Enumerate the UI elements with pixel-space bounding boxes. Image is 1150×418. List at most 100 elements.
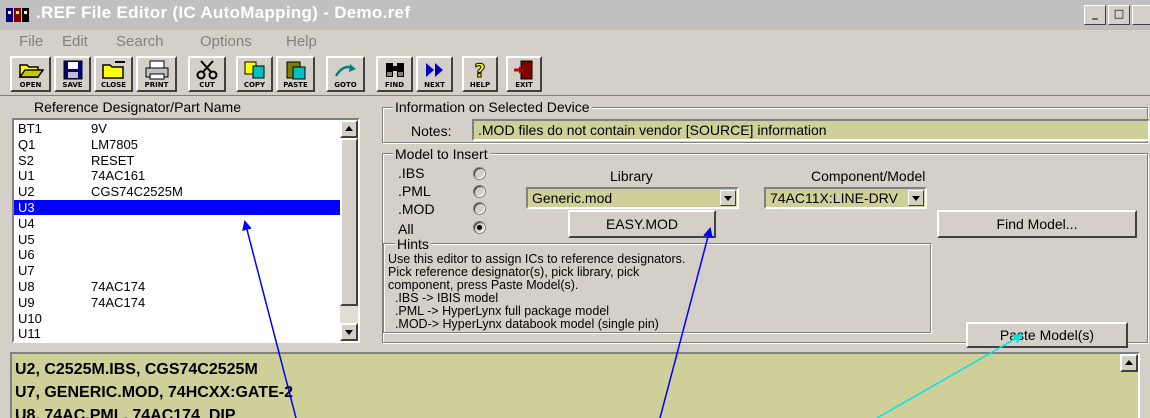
designator: S2 <box>18 152 34 168</box>
find-model-button[interactable]: Find Model... <box>937 210 1137 238</box>
radio-ibs[interactable] <box>473 167 486 180</box>
app-icon <box>6 8 29 22</box>
easy-mod-button[interactable]: EASY.MOD <box>568 210 716 238</box>
designator: U1 <box>18 168 35 184</box>
list-item[interactable]: U7 <box>14 263 340 278</box>
radio-all[interactable] <box>473 221 486 234</box>
library-value: Generic.mod <box>532 190 613 206</box>
help-label: HELP <box>469 81 491 89</box>
part-name: LM7805 <box>91 136 138 152</box>
designator: U11 <box>18 326 41 342</box>
help-button[interactable]: ? HELP <box>462 56 498 92</box>
radio-label-ibs: .IBS <box>398 165 425 181</box>
window-title: .REF File Editor (IC AutoMapping) - Demo… <box>36 3 411 22</box>
list-item[interactable]: U2 CGS74C2525M <box>14 184 340 199</box>
list-item[interactable]: U5 <box>14 232 340 247</box>
ref-designator-list[interactable]: BT1 9V Q1 LM7805 S2 RESET U1 74AC161 U2 CGS74C252… <box>12 118 360 343</box>
title-bar[interactable]: .REF File Editor (IC AutoMapping) - Demo… <box>0 0 1150 30</box>
copy-button[interactable]: COPY <box>236 56 273 92</box>
close-button[interactable]: CLOSE <box>94 56 133 92</box>
svg-text:?: ? <box>474 60 485 80</box>
list-item[interactable]: U1 74AC161 <box>14 168 340 183</box>
component-dropdown[interactable]: 74AC11X:LINE-DRV <box>764 187 927 209</box>
mapping-output[interactable]: U2, C2525M.IBS, CGS74C2525M U7, GENERIC.… <box>10 352 1140 418</box>
part-name: 74AC174 <box>91 294 146 310</box>
scroll-thumb[interactable] <box>340 138 358 306</box>
radio-pml[interactable] <box>473 185 486 198</box>
scissors-icon <box>196 60 218 80</box>
output-scroll-up-button[interactable] <box>1120 354 1138 372</box>
part-name: 74AC161 <box>91 168 146 184</box>
list-item[interactable]: U6 <box>14 247 340 262</box>
floppy-icon <box>63 60 82 80</box>
minimize-button[interactable]: _ <box>1084 5 1106 25</box>
model-insert-label: Model to Insert <box>393 146 490 162</box>
folder-open-icon <box>18 64 44 78</box>
arrow-up-icon <box>1125 360 1133 365</box>
arrow-down-icon <box>345 330 353 335</box>
list-scrollbar[interactable] <box>340 120 358 341</box>
list-item[interactable]: U10 <box>14 311 340 326</box>
print-button[interactable]: PRINT <box>136 56 177 92</box>
list-item[interactable]: U8 74AC174 <box>14 279 340 294</box>
ref-file-editor-window: .REF File Editor (IC AutoMapping) - Demo… <box>0 0 1150 418</box>
scroll-down-button[interactable] <box>340 323 358 341</box>
open-label: OPEN <box>19 81 42 89</box>
hints-label: Hints <box>395 236 431 252</box>
component-label: Component/Model <box>811 168 926 184</box>
paste-model-button[interactable]: Paste Model(s) <box>966 322 1128 348</box>
cut-button[interactable]: CUT <box>188 56 226 92</box>
list-item[interactable]: U9 74AC174 <box>14 295 340 310</box>
close-window-button[interactable] <box>1132 5 1150 25</box>
menu-edit[interactable]: Edit <box>62 33 88 50</box>
list-item[interactable]: Q1 LM7805 <box>14 137 340 152</box>
toolbar: OPEN SAVE CLOSE PRINT CUT COPY PASTE GOT… <box>0 52 1150 96</box>
mapping-line: U7, GENERIC.MOD, 74HCXX:GATE-2 <box>15 384 293 401</box>
save-button[interactable]: SAVE <box>54 56 91 92</box>
next-button[interactable]: NEXT <box>416 56 453 92</box>
find-label: FIND <box>384 81 405 89</box>
part-name: 74AC174 <box>91 279 146 294</box>
copy-icon <box>244 61 264 79</box>
component-dropdown-arrow[interactable] <box>908 190 924 206</box>
list-item[interactable]: U4 <box>14 216 340 231</box>
designator: U7 <box>18 263 35 279</box>
find-button[interactable]: FIND <box>376 56 413 92</box>
maximize-button[interactable]: □ <box>1108 5 1130 25</box>
library-dropdown[interactable]: Generic.mod <box>526 187 739 209</box>
menu-help[interactable]: Help <box>286 33 317 50</box>
exit-button[interactable]: EXIT <box>506 56 542 92</box>
designator: U2 <box>18 184 35 200</box>
radio-label-pml: .PML <box>398 183 431 199</box>
library-dropdown-arrow[interactable] <box>720 190 736 206</box>
binoculars-icon <box>385 63 404 77</box>
list-item[interactable]: U3 <box>14 200 340 215</box>
paste-icon <box>286 61 305 80</box>
copy-label: COPY <box>243 81 266 89</box>
menu-file[interactable]: File <box>19 33 43 50</box>
next-icon <box>425 63 443 77</box>
list-item[interactable]: U11 <box>14 326 340 341</box>
list-item[interactable]: BT1 9V <box>14 121 340 136</box>
notes-field[interactable]: .MOD files do not contain vendor [SOURCE… <box>472 119 1150 141</box>
scroll-up-button[interactable] <box>340 120 358 138</box>
list-item[interactable]: S2 RESET <box>14 153 340 168</box>
designator: U6 <box>18 247 35 263</box>
goto-icon <box>334 64 356 77</box>
cut-label: CUT <box>199 81 215 89</box>
goto-button[interactable]: GOTO <box>326 56 365 92</box>
designator: U5 <box>18 231 35 247</box>
menu-options[interactable]: Options <box>200 33 252 50</box>
open-button[interactable]: OPEN <box>10 56 51 92</box>
save-label: SAVE <box>62 81 83 89</box>
part-name: CGS74C2525M <box>91 184 183 200</box>
folder-close-icon <box>101 61 125 79</box>
radio-mod[interactable] <box>473 202 486 215</box>
radio-label-mod: .MOD <box>398 201 435 217</box>
paste-button[interactable]: PASTE <box>276 56 315 92</box>
menu-search[interactable]: Search <box>116 33 164 50</box>
notes-value: .MOD files do not contain vendor [SOURCE… <box>478 122 827 138</box>
designator: Q1 <box>18 136 36 152</box>
ref-list-header: Reference Designator/Part Name <box>34 99 241 115</box>
paste-label: PASTE <box>283 81 308 89</box>
